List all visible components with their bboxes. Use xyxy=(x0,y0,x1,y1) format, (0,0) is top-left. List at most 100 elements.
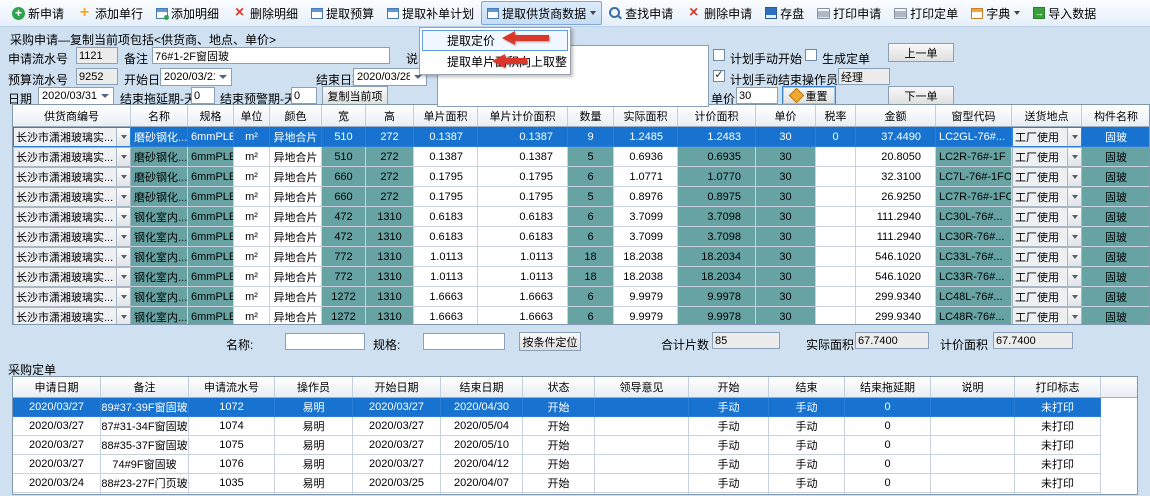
chevron-down-icon[interactable] xyxy=(116,308,130,325)
date-picker[interactable]: 2020/03/31 xyxy=(38,87,114,105)
cell-supplier-combobox[interactable]: 长沙市潇湘玻璃实... xyxy=(13,267,131,287)
dictionary-button[interactable]: 字典 xyxy=(965,1,1026,25)
cell-delivery-combobox[interactable]: 工厂使用 xyxy=(1012,227,1082,247)
column-header-part-name[interactable]: 构件名称 xyxy=(1082,105,1150,126)
generate-order-checkbox[interactable] xyxy=(805,49,817,61)
column-header-remark[interactable]: 备注 xyxy=(101,377,189,397)
cell-supplier-combobox[interactable]: 长沙市潇湘玻璃实... xyxy=(13,227,131,247)
extract-plan-button[interactable]: 提取补单计划 xyxy=(381,1,480,25)
chevron-down-icon[interactable] xyxy=(590,11,596,15)
column-header-end-mode[interactable]: 结束 xyxy=(769,377,845,397)
chevron-down-icon[interactable] xyxy=(116,268,130,286)
import-button[interactable]: 导入数据 xyxy=(1027,1,1102,25)
cell-supplier-combobox[interactable]: 长沙市潇湘玻璃实... xyxy=(13,207,131,227)
column-header-request-date[interactable]: 申请日期 xyxy=(13,377,101,397)
cell-supplier-combobox[interactable]: 长沙市潇湘玻璃实... xyxy=(13,127,131,147)
delete-detail-button[interactable]: 删除明细 xyxy=(226,1,304,25)
chevron-down-icon[interactable] xyxy=(1067,128,1081,146)
cell-delivery-combobox[interactable]: 工厂使用 xyxy=(1012,307,1082,325)
cell-delivery-combobox[interactable]: 工厂使用 xyxy=(1012,207,1082,227)
table-row[interactable]: 长沙市潇湘玻璃实...钢化室内...6mmPLE...m²异地合片4721310… xyxy=(13,207,1149,227)
column-header-qty[interactable]: 数量 xyxy=(568,105,614,126)
chevron-down-icon[interactable] xyxy=(116,188,130,206)
chevron-down-icon[interactable] xyxy=(1014,11,1020,15)
delete-request-button[interactable]: 删除申请 xyxy=(680,1,758,25)
chevron-down-icon[interactable] xyxy=(1067,308,1081,325)
table-row[interactable]: 长沙市潇湘玻璃实...磨砂钢化...6mmPLE...m²异地合片6602720… xyxy=(13,167,1149,187)
copy-current-button[interactable]: 复制当前项 xyxy=(322,86,388,105)
column-header-piece-area[interactable]: 单片面积 xyxy=(414,105,478,126)
cell-supplier-combobox[interactable]: 长沙市潇湘玻璃实... xyxy=(13,147,131,167)
column-header-leader-opinion[interactable]: 领导意见 xyxy=(595,377,689,397)
locate-by-condition-button[interactable]: 按条件定位 xyxy=(519,332,581,351)
table-row[interactable]: 长沙市潇湘玻璃实...钢化室内...6mmPLE...m²异地合片1272131… xyxy=(13,307,1149,325)
table-row[interactable]: 2020/03/2788#35-37F窗固玻1075易明2020/03/2720… xyxy=(13,436,1137,455)
column-header-name[interactable]: 名称 xyxy=(131,105,188,126)
unit-price-input[interactable] xyxy=(736,87,778,104)
table-row[interactable]: 长沙市潇湘玻璃实...磨砂钢化...6mmPLE...m²异地合片5102720… xyxy=(13,147,1149,167)
manual-end-checkbox[interactable] xyxy=(713,70,725,82)
chevron-down-icon[interactable] xyxy=(1067,268,1081,286)
chevron-down-icon[interactable] xyxy=(1067,288,1081,306)
cell-supplier-combobox[interactable]: 长沙市潇湘玻璃实... xyxy=(13,247,131,267)
manual-start-checkbox[interactable] xyxy=(713,49,725,61)
chevron-down-icon[interactable] xyxy=(1067,148,1081,166)
chevron-down-icon[interactable] xyxy=(1067,228,1081,246)
previous-order-button[interactable]: 上一单 xyxy=(888,43,954,62)
chevron-down-icon[interactable] xyxy=(116,128,130,146)
chevron-down-icon[interactable] xyxy=(116,288,130,306)
column-header-supplier[interactable]: 供货商编号 xyxy=(13,105,131,126)
cell-delivery-combobox[interactable]: 工厂使用 xyxy=(1012,147,1082,167)
extract-supplier-button[interactable]: 提取供货商数据 xyxy=(481,1,602,25)
end-warn-input[interactable] xyxy=(291,87,317,104)
next-order-button[interactable]: 下一单 xyxy=(888,86,954,105)
name-filter-input[interactable] xyxy=(285,333,365,350)
column-header-piece-price-area[interactable]: 单片计价面积 xyxy=(478,105,568,126)
chevron-down-icon[interactable] xyxy=(116,168,130,186)
table-row[interactable]: 长沙市潇湘玻璃实...钢化室内...6mmPLE...m²异地合片1272131… xyxy=(13,287,1149,307)
column-header-delivery[interactable]: 送货地点 xyxy=(1012,105,1082,126)
column-header-status[interactable]: 状态 xyxy=(523,377,595,397)
cell-supplier-combobox[interactable]: 长沙市潇湘玻璃实... xyxy=(13,167,131,187)
chevron-down-icon[interactable] xyxy=(1067,248,1081,266)
table-row[interactable]: 2020/03/2488#23-27F门页玻1035易明2020/03/2520… xyxy=(13,474,1137,493)
column-header-spec[interactable]: 规格 xyxy=(188,105,234,126)
chevron-down-icon[interactable] xyxy=(1067,168,1081,186)
chevron-down-icon[interactable] xyxy=(116,248,130,266)
cell-delivery-combobox[interactable]: 工厂使用 xyxy=(1012,287,1082,307)
add-new-button[interactable]: 新申请 xyxy=(6,1,70,25)
column-header-price-area[interactable]: 计价面积 xyxy=(678,105,756,126)
table-row[interactable]: 2020/03/2787#31-34F窗固玻1074易明2020/03/2720… xyxy=(13,417,1137,436)
table-row[interactable]: 长沙市潇湘玻璃实...磨砂钢化...6mmPLE...m²异地合片5102720… xyxy=(13,127,1149,147)
column-header-print-flag[interactable]: 打印标志 xyxy=(1015,377,1101,397)
column-header-width[interactable]: 宽 xyxy=(322,105,366,126)
extract-budget-button[interactable]: 提取预算 xyxy=(305,1,380,25)
column-header-unit-price[interactable]: 单价 xyxy=(756,105,816,126)
column-header-end-delay[interactable]: 结束拖延期 xyxy=(845,377,931,397)
chevron-down-icon[interactable] xyxy=(116,208,130,226)
cell-delivery-combobox[interactable]: 工厂使用 xyxy=(1012,167,1082,187)
add-row-button[interactable]: 添加单行 xyxy=(71,1,149,25)
cell-supplier-combobox[interactable]: 长沙市潇湘玻璃实... xyxy=(13,287,131,307)
chevron-down-icon[interactable] xyxy=(1067,188,1081,206)
cell-delivery-combobox[interactable]: 工厂使用 xyxy=(1012,187,1082,207)
cell-delivery-combobox[interactable]: 工厂使用 xyxy=(1012,267,1082,287)
spec-filter-input[interactable] xyxy=(423,333,505,350)
column-header-start-date[interactable]: 开始日期 xyxy=(353,377,441,397)
table-row[interactable]: 长沙市潇湘玻璃实...磨砂钢化...6mmPLE...m²异地合片6602720… xyxy=(13,187,1149,207)
table-row[interactable]: 长沙市潇湘玻璃实...钢化室内...6mmPLE...m²异地合片7721310… xyxy=(13,267,1149,287)
end-date-picker[interactable]: 2020/03/28 xyxy=(353,68,427,86)
chevron-down-icon[interactable] xyxy=(101,94,109,98)
column-header-request-no[interactable]: 申请流水号 xyxy=(189,377,275,397)
chevron-down-icon[interactable] xyxy=(116,228,130,246)
column-header-window-code[interactable]: 窗型代码 xyxy=(936,105,1012,126)
column-header-end-date[interactable]: 结束日期 xyxy=(441,377,523,397)
cell-supplier-combobox[interactable]: 长沙市潇湘玻璃实... xyxy=(13,187,131,207)
column-header-actual-area[interactable]: 实际面积 xyxy=(614,105,678,126)
table-row[interactable]: 长沙市潇湘玻璃实...钢化室内...6mmPLE...m²异地合片7721310… xyxy=(13,247,1149,267)
search-button[interactable]: 查找申请 xyxy=(603,1,679,25)
column-header-amount[interactable]: 金额 xyxy=(856,105,936,126)
chevron-down-icon[interactable] xyxy=(219,75,227,79)
chevron-down-icon[interactable] xyxy=(414,75,422,79)
table-row[interactable]: 2020/03/2774#9F窗固玻1076易明2020/03/272020/0… xyxy=(13,455,1137,474)
